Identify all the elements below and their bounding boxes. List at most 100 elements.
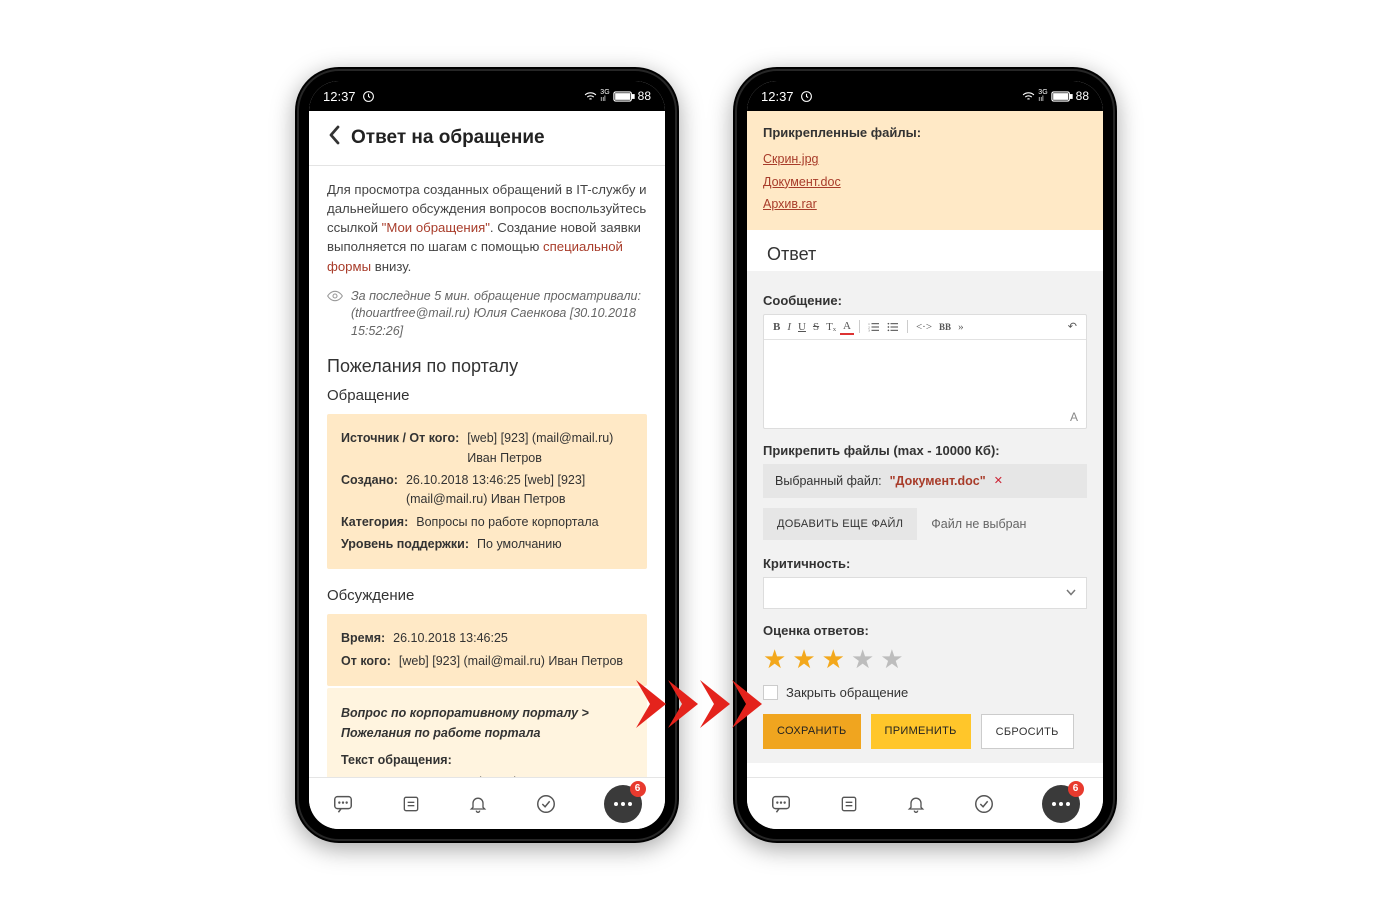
checkbox-icon[interactable] [763,685,778,700]
nav-badge: 6 [630,781,646,797]
intro-text: Для просмотра созданных обращений в IT-с… [327,180,647,276]
message-label: Сообщение: [763,293,1087,308]
content-left: Ответ на обращение Для просмотра созданн… [309,111,665,777]
tb-clear-icon[interactable]: Tₓ [823,320,839,334]
rating-label: Оценка ответов: [763,623,1087,638]
disc-k-from: От кого: [341,652,391,671]
star-icon[interactable]: ★ [763,644,786,675]
appeal-k-source: Источник / От кого: [341,429,459,468]
battery-icon [1051,91,1073,102]
whatsapp-icon [800,90,813,103]
link-my-requests[interactable]: "Мои обращения" [382,220,490,235]
nav-chat-icon[interactable] [770,793,792,815]
signal-icon: 3Gııl [600,89,609,103]
nav-check-icon[interactable] [973,793,995,815]
tb-strike-icon[interactable]: S [810,320,822,334]
nav-bell-icon[interactable] [906,793,926,815]
discussion-card-1: Время: 26.10.2018 13:46:25 От кого: [web] … [327,614,647,686]
attached-file-link[interactable]: Архив.rar [763,193,1087,216]
tb-bb-icon[interactable]: BB [936,321,954,333]
nav-more-button[interactable]: 6 [604,785,642,823]
appeal-v-level: По умолчанию [477,535,633,554]
appeal-card: Источник / От кого:[web] [923] (mail@mai… [327,414,647,569]
disc-v-from: [web] [923] (mail@mail.ru) Иван Петров [399,652,633,671]
wifi-icon [584,91,597,101]
screen-left: 12:37 3Gııl 88 Ответ на обращение [309,81,665,829]
tb-color-icon[interactable]: A [840,319,854,335]
no-file-label: Файл не выбран [931,517,1026,531]
selected-file-label: Выбранный файл: [775,474,882,488]
selected-file-name: "Документ.doc" [890,474,986,488]
editor-toolbar: B I U S Tₓ A 123 <·> BB » ↶ [764,315,1086,340]
attached-files-title: Прикрепленные файлы: [763,121,1087,144]
attached-file-link[interactable]: Скрин.jpg [763,148,1087,171]
back-icon[interactable] [327,125,341,151]
selected-file-row: Выбранный файл: "Документ.doc" ✕ [763,464,1087,498]
nav-list-icon[interactable] [401,794,421,814]
add-file-button[interactable]: ДОБАВИТЬ ЕЩЕ ФАЙЛ [763,508,917,540]
statusbar: 12:37 3Gııl 88 [309,81,665,111]
bottom-nav: 6 [309,777,665,829]
status-battery: 88 [1076,89,1089,103]
phone-right: 12:37 3Gııl 88 Прикрепленные файлы: Скри… [733,67,1117,843]
wifi-icon [1022,91,1035,101]
star-icon[interactable]: ★ [792,644,815,675]
attached-file-link[interactable]: Документ.doc [763,171,1087,194]
star-icon[interactable]: ★ [822,644,845,675]
discussion-subtitle: Обсуждение [327,587,647,604]
tb-italic-icon[interactable]: I [784,320,794,334]
save-button[interactable]: СОХРАНИТЬ [763,714,861,749]
status-time: 12:37 [323,89,356,104]
nav-more-button[interactable]: 6 [1042,785,1080,823]
close-request-checkbox[interactable]: Закрыть обращение [763,685,1087,700]
criticality-select[interactable] [763,577,1087,609]
status-time: 12:37 [761,89,794,104]
tb-ul-icon[interactable] [884,321,902,333]
tb-ol-icon[interactable]: 123 [865,321,883,333]
tb-undo-icon[interactable]: ↶ [1065,319,1080,334]
apply-button[interactable]: ПРИМЕНИТЬ [871,714,971,749]
answer-title: Ответ [747,230,1103,271]
whatsapp-icon [362,90,375,103]
star-icon[interactable]: ★ [880,644,903,675]
more-dots-icon [1052,802,1070,806]
statusbar: 12:37 3Gııl 88 [747,81,1103,111]
nav-chat-icon[interactable] [332,793,354,815]
editor-resize-icon[interactable]: A [1070,410,1078,424]
message-editor[interactable]: B I U S Tₓ A 123 <·> BB » ↶ [763,314,1087,429]
nav-list-icon[interactable] [839,794,859,814]
phone-left: 12:37 3Gııl 88 Ответ на обращение [295,67,679,843]
tb-underline-icon[interactable]: U [795,320,809,334]
section-title: Пожелания по порталу [327,356,647,377]
svg-text:3: 3 [868,328,870,331]
nav-check-icon[interactable] [535,793,557,815]
disc-k-time: Время: [341,629,385,648]
remove-file-icon[interactable]: ✕ [994,474,1003,487]
disc-v-time: 26.10.2018 13:46:25 [393,629,633,648]
attach-label: Прикрепить файлы (max - 10000 Кб): [763,443,1087,458]
rating-stars[interactable]: ★ ★ ★ ★ ★ [763,644,1087,675]
viewers-text: За последние 5 мин. обращение просматрив… [351,288,647,341]
buttons-row: СОХРАНИТЬ ПРИМЕНИТЬ СБРОСИТЬ [763,714,1087,749]
viewers-note: За последние 5 мин. обращение просматрив… [327,288,647,341]
editor-textarea[interactable]: A [764,340,1086,428]
answer-form: Сообщение: B I U S Tₓ A 123 <·> B [747,271,1103,763]
star-icon[interactable]: ★ [851,644,874,675]
tb-bold-icon[interactable]: B [770,320,783,334]
page-header: Ответ на обращение [309,111,665,166]
appeal-k-created: Создано: [341,471,398,510]
attached-files-card: Прикрепленные файлы: Скрин.jpg Документ.… [747,111,1103,230]
eye-icon [327,290,343,341]
reset-button[interactable]: СБРОСИТЬ [981,714,1074,749]
status-battery: 88 [638,89,651,103]
appeal-v-source: [web] [923] (mail@mail.ru) Иван Петров [467,429,633,468]
page-title: Ответ на обращение [351,127,545,149]
tb-code-icon[interactable]: <·> [913,320,935,334]
disc-k-text: Текст обращения: [341,751,452,770]
more-dots-icon [614,802,632,806]
tb-more-icon[interactable]: » [955,320,967,334]
nav-bell-icon[interactable] [468,793,488,815]
appeal-k-level: Уровень поддержки: [341,535,469,554]
content-right: Прикрепленные файлы: Скрин.jpg Документ.… [747,111,1103,777]
appeal-k-cat: Категория: [341,513,408,532]
